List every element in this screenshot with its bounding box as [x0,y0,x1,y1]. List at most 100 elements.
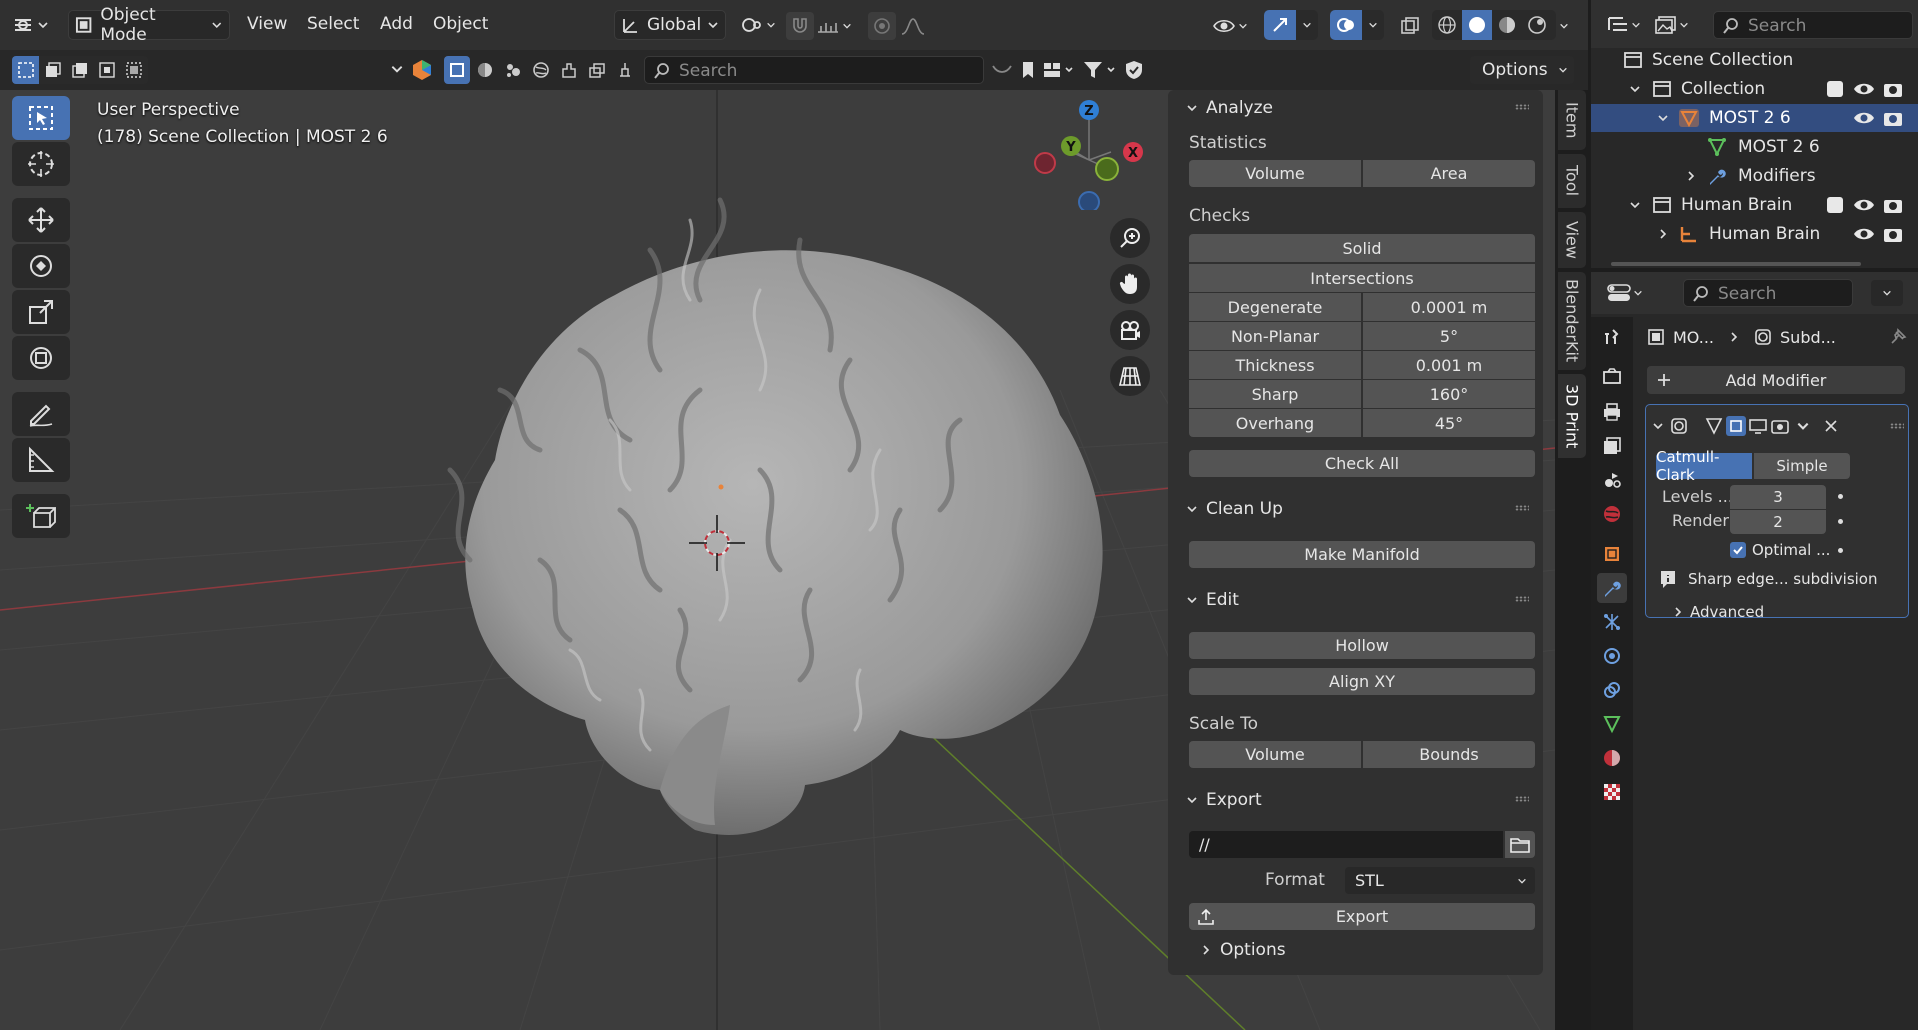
outliner-row-modifiers[interactable]: Modifiers [1591,162,1918,190]
non-planar-check-button[interactable]: Non-Planar [1189,322,1361,350]
outliner-row-human-brain-armature[interactable]: Human Brain [1591,220,1918,248]
pin-icon[interactable] [1889,328,1907,346]
format-select[interactable]: STL [1345,867,1535,894]
render-levels-field[interactable]: 2 [1730,510,1826,534]
filter-armature-button[interactable] [556,56,582,84]
filter-world-button[interactable] [528,56,554,84]
ortho-toggle-button[interactable] [1110,356,1150,396]
export-path-field[interactable]: // [1189,831,1503,858]
outliner-search-input[interactable]: Search [1713,11,1913,39]
menu-select[interactable]: Select [307,14,359,34]
rotate-tool[interactable] [12,244,70,288]
align-xy-button[interactable]: Align XY [1189,668,1535,695]
solid-check-button[interactable]: Solid [1189,234,1535,262]
asset-search-input[interactable]: Search [644,56,984,84]
gizmo-dropdown[interactable] [1296,10,1318,40]
sharp-check-button[interactable]: Sharp [1189,380,1361,408]
cage-toggle[interactable] [1726,416,1746,436]
solid-shading-button[interactable] [1462,10,1492,40]
select-extend-button[interactable] [39,56,66,84]
lasso-icon[interactable] [990,60,1014,80]
select-box-tool[interactable] [12,96,70,140]
overlay-dropdown[interactable] [1362,10,1384,40]
export-section-header[interactable]: Export [1186,790,1262,810]
options-dropdown[interactable]: Options [1470,56,1574,84]
drag-handle-icon[interactable] [1515,505,1529,511]
keyframe-dot-icon[interactable] [1838,519,1843,524]
export-button[interactable]: Export [1189,903,1535,930]
keyframe-dot-icon[interactable] [1838,494,1843,499]
select-subtract-button[interactable] [66,56,93,84]
make-manifold-button[interactable]: Make Manifold [1189,541,1535,568]
tab-view[interactable]: View [1558,212,1586,268]
add-modifier-button[interactable]: Add Modifier [1647,366,1905,394]
advanced-subpanel[interactable]: Advanced [1672,603,1764,621]
non-planar-value-field[interactable]: 5° [1363,322,1535,350]
overhang-check-button[interactable]: Overhang [1189,409,1361,437]
filter-collection-button[interactable] [584,56,610,84]
tab-render[interactable] [1597,361,1627,391]
outliner-row-human-brain-collection[interactable]: Human Brain [1591,191,1918,219]
chevron-down-icon[interactable] [1652,420,1664,432]
snap-target-button[interactable] [816,12,856,40]
measure-tool[interactable] [12,438,70,482]
pan-button[interactable] [1110,264,1150,304]
transform-tool[interactable] [12,336,70,380]
scale-bounds-button[interactable]: Bounds [1363,741,1535,768]
overhang-value-field[interactable]: 45° [1363,409,1535,437]
checkbox-icon[interactable] [1827,197,1843,213]
move-tool[interactable] [12,198,70,242]
tab-3d-print[interactable]: 3D Print [1558,374,1586,458]
gizmo-toggle[interactable] [1264,10,1296,40]
outliner-filter-expand[interactable] [390,62,406,78]
intersections-check-button[interactable]: Intersections [1189,264,1535,292]
snap-toggle[interactable] [786,12,814,40]
xray-toggle[interactable] [1396,12,1424,40]
analyze-section-header[interactable]: Analyze [1186,98,1273,118]
filter-cleanup-button[interactable] [612,56,638,84]
camera-view-button[interactable] [1110,310,1150,350]
camera-render-icon[interactable] [1883,225,1903,243]
tab-mesh-data[interactable] [1597,709,1627,739]
tab-modifiers[interactable] [1597,573,1627,603]
degenerate-value-field[interactable]: 0.0001 m [1363,293,1535,321]
scale-tool[interactable] [12,290,70,334]
tab-texture[interactable] [1597,777,1627,807]
properties-search-input[interactable]: Search [1683,279,1853,307]
visibility-dropdown[interactable] [1212,12,1252,40]
filter-mesh-button[interactable] [444,56,470,84]
volume-stat-button[interactable]: Volume [1189,160,1361,187]
tab-output[interactable] [1597,397,1627,427]
render-camera-icon[interactable] [1770,416,1790,436]
camera-render-icon[interactable] [1883,109,1903,127]
checkbox-icon[interactable] [1827,81,1843,97]
camera-render-icon[interactable] [1883,196,1903,214]
select-intersect-button[interactable] [120,56,147,84]
tab-material[interactable] [1597,743,1627,773]
wireframe-shading-button[interactable] [1432,10,1462,40]
drag-handle-icon[interactable] [1515,104,1529,110]
material-shading-button[interactable] [1492,10,1522,40]
edit-mode-toggle-icon[interactable] [1704,416,1724,436]
simple-tab[interactable]: Simple [1754,453,1850,479]
pivot-point-button[interactable] [740,12,780,38]
eye-icon[interactable] [1853,110,1875,126]
transform-orientation[interactable]: Global [614,10,726,40]
filter-particles-button[interactable] [500,56,526,84]
camera-render-icon[interactable] [1883,80,1903,98]
tab-world[interactable] [1597,499,1627,529]
tab-scene[interactable] [1597,465,1627,495]
tab-physics[interactable] [1597,641,1627,671]
select-new-button[interactable] [12,56,39,84]
outliner-row-scene-collection[interactable]: Scene Collection [1591,46,1918,74]
layout-dropdown-icon[interactable] [1042,60,1076,80]
outliner-scrollbar[interactable] [1611,262,1861,266]
rendered-shading-button[interactable] [1522,10,1552,40]
keyframe-dot-icon[interactable] [1838,548,1843,553]
degenerate-check-button[interactable]: Degenerate [1189,293,1361,321]
menu-view[interactable]: View [247,14,287,34]
levels-field[interactable]: 3 [1730,485,1826,509]
navigation-gizmo[interactable]: Y X Z [1025,90,1155,210]
mode-selector[interactable]: Object Mode [68,5,230,45]
properties-editor-type[interactable] [1607,280,1651,306]
